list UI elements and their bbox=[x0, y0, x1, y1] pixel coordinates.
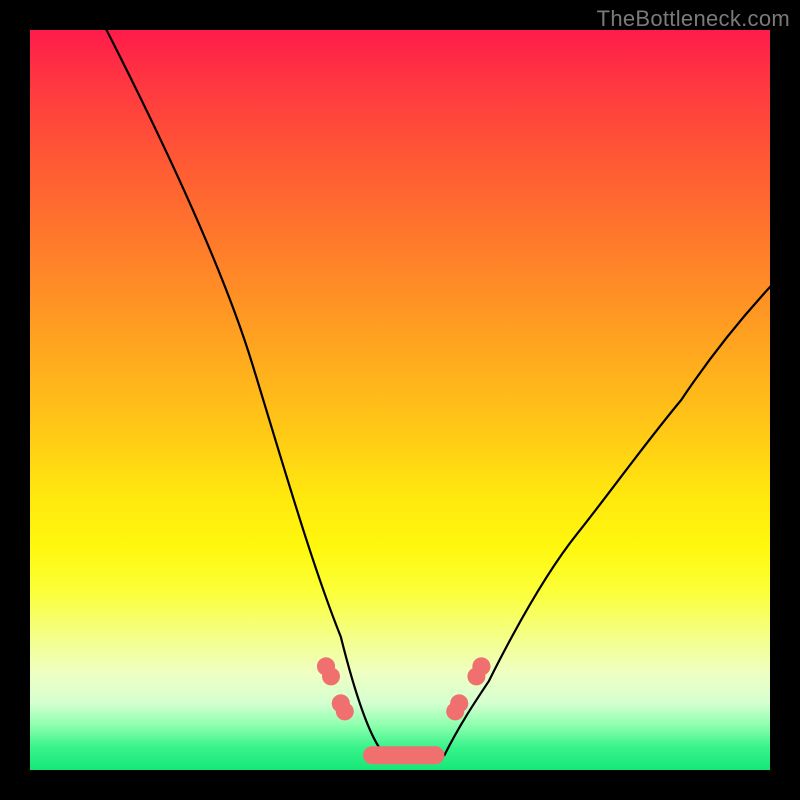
plot-area bbox=[30, 30, 770, 770]
curve-svg bbox=[30, 30, 770, 770]
data-capsule bbox=[363, 746, 444, 764]
watermark-text: TheBottleneck.com bbox=[597, 6, 790, 32]
data-marker bbox=[336, 702, 354, 720]
data-marker bbox=[446, 702, 464, 720]
chart-frame: TheBottleneck.com bbox=[0, 0, 800, 800]
curve-left bbox=[104, 30, 385, 755]
curve-right bbox=[444, 282, 770, 756]
data-marker bbox=[467, 667, 485, 685]
marker-group bbox=[317, 657, 490, 764]
data-marker bbox=[322, 667, 340, 685]
